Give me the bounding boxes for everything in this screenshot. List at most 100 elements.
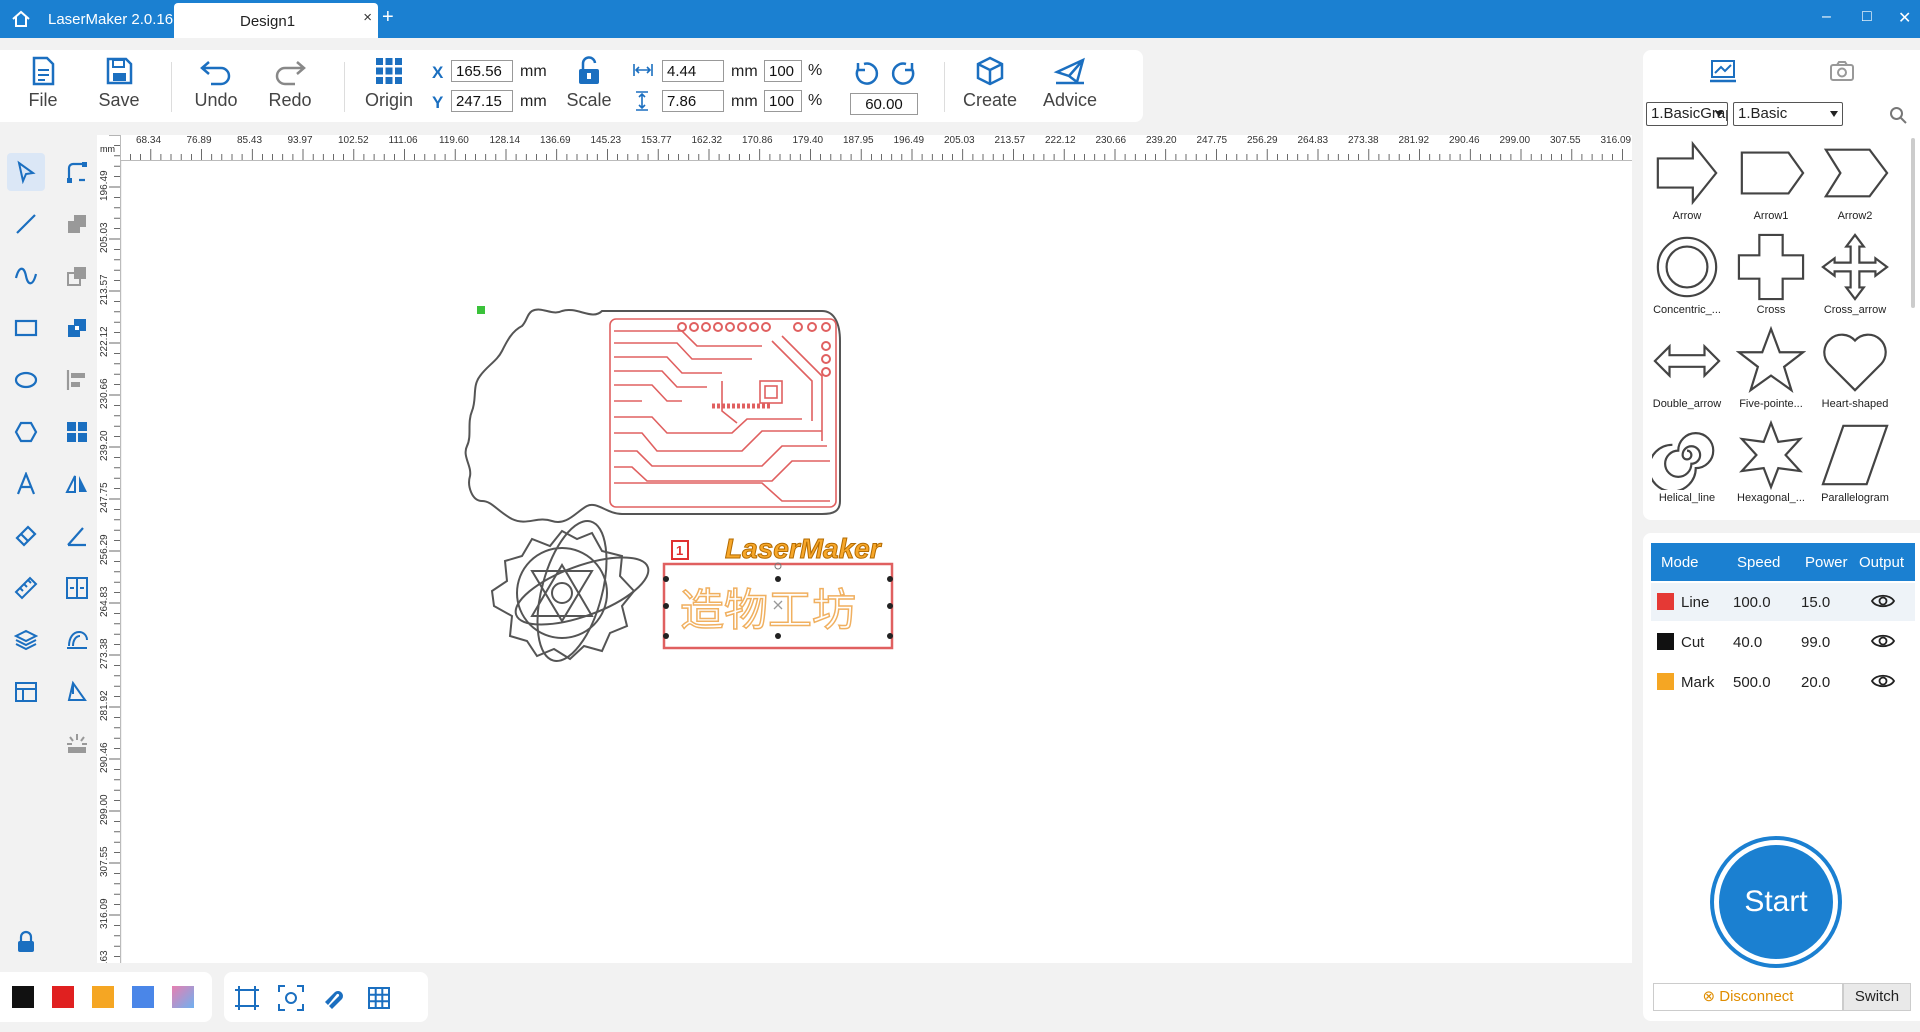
select-tool[interactable]	[7, 153, 45, 191]
node-edit-tool[interactable]	[58, 153, 96, 191]
left-ruler[interactable]: 196.49 205.03 213.57 222.12 230.66 239.20 247.…	[97, 135, 121, 963]
shape-item[interactable]: Arrow2	[1813, 138, 1897, 232]
shape-item[interactable]: Heart-shaped	[1813, 326, 1897, 420]
save-button[interactable]: Save	[84, 56, 154, 118]
rectangle-tool[interactable]	[7, 309, 45, 347]
graphics-tab-icon[interactable]	[1707, 58, 1739, 84]
top-ruler[interactable]: 68.34 76.89 85.43 93.97 102.52 111.06 119.60 12…	[100, 135, 1632, 161]
gear-atom-logo[interactable]	[490, 514, 656, 669]
intersect-tool[interactable]	[58, 309, 96, 347]
redo-button[interactable]: Redo	[255, 56, 325, 118]
shape-item[interactable]: Arrow1	[1729, 138, 1813, 232]
layer-row[interactable]: Mark 500.0 20.0	[1651, 663, 1915, 701]
design-canvas[interactable]: 造物工坊 1 LaserMaker	[122, 161, 1632, 963]
disconnect-button[interactable]: ⊗ Disconnect	[1653, 983, 1843, 1011]
shape-item[interactable]: Parallelogram	[1813, 420, 1897, 514]
rotate-ccw-icon[interactable]	[852, 60, 880, 88]
align-tool[interactable]	[58, 361, 96, 399]
zoom-selection-icon[interactable]	[278, 985, 304, 1011]
eye-icon[interactable]	[1871, 673, 1895, 689]
create-button[interactable]: Create	[955, 56, 1025, 118]
tab-close-icon[interactable]: ×	[363, 9, 372, 26]
width-percent-input[interactable]	[764, 60, 802, 82]
undo-button[interactable]: Undo	[181, 56, 251, 118]
layer-row[interactable]: Cut 40.0 99.0	[1651, 623, 1915, 661]
width-input[interactable]	[662, 60, 724, 82]
distribute-tool[interactable]	[58, 569, 96, 607]
chinese-text[interactable]: 造物工坊	[679, 584, 857, 637]
tab-design1[interactable]: Design1 ×	[174, 3, 378, 38]
line-tool[interactable]	[7, 205, 45, 243]
subtract-tool[interactable]	[58, 257, 96, 295]
shape-item[interactable]: Arrow	[1645, 138, 1729, 232]
lock-tool[interactable]	[7, 923, 45, 961]
mirror-tool[interactable]	[58, 465, 96, 503]
ruler-tool[interactable]	[7, 569, 45, 607]
combine-tool[interactable]	[58, 205, 96, 243]
layer-speed[interactable]: 40.0	[1733, 634, 1762, 651]
array-tool[interactable]	[58, 413, 96, 451]
layer-color-swatch[interactable]	[1657, 633, 1674, 650]
offset-tool[interactable]	[58, 621, 96, 659]
layer-power[interactable]: 20.0	[1801, 674, 1830, 691]
text-tool[interactable]	[7, 465, 45, 503]
library-scrollbar[interactable]	[1911, 138, 1915, 308]
shape-item[interactable]: Helical_line	[1645, 420, 1729, 514]
rotate-cw-icon[interactable]	[890, 60, 918, 88]
shape-item[interactable]: Hexagonal_...	[1729, 420, 1813, 514]
pen-draw-tool[interactable]	[58, 673, 96, 711]
swatch-black[interactable]	[12, 986, 34, 1008]
minimize-button[interactable]: –	[1822, 8, 1831, 26]
eraser-tool[interactable]	[7, 517, 45, 555]
polygon-tool[interactable]	[7, 413, 45, 451]
subcategory-select[interactable]: 1.Basic	[1733, 102, 1843, 126]
start-button[interactable]: Start	[1714, 840, 1838, 964]
home-icon[interactable]	[10, 9, 32, 29]
shape-item[interactable]: Cross	[1729, 232, 1813, 326]
magnet-snap-icon[interactable]	[322, 985, 348, 1011]
ellipse-tool[interactable]	[7, 361, 45, 399]
swatch-gradient[interactable]	[172, 986, 194, 1008]
shape-item[interactable]: Double_arrow	[1645, 326, 1729, 420]
swatch-orange[interactable]	[92, 986, 114, 1008]
brand-text[interactable]: LaserMaker	[725, 533, 884, 565]
new-tab-button[interactable]: +	[382, 6, 394, 29]
switch-button[interactable]: Switch	[1843, 983, 1911, 1011]
layer-speed[interactable]: 100.0	[1733, 594, 1771, 611]
search-icon[interactable]	[1889, 106, 1907, 124]
scale-lock-button[interactable]: Scale	[554, 56, 624, 118]
layer-mode[interactable]: Cut	[1681, 634, 1704, 651]
shape-item[interactable]: Cross_arrow	[1813, 232, 1897, 326]
advice-button[interactable]: Advice	[1035, 56, 1105, 118]
layers-tool[interactable]	[7, 621, 45, 659]
circuit-board-outline[interactable]	[464, 308, 841, 523]
layer-mode[interactable]: Mark	[1681, 674, 1714, 691]
origin-button[interactable]: Origin	[354, 56, 424, 118]
rotation-input[interactable]	[850, 93, 918, 115]
layer-color-swatch[interactable]	[1657, 673, 1674, 690]
camera-tab-icon[interactable]	[1829, 60, 1855, 82]
close-window-button[interactable]: ✕	[1898, 8, 1911, 28]
curve-tool[interactable]	[7, 257, 45, 295]
category-select[interactable]: 1.BasicGraphics	[1646, 102, 1728, 126]
maximize-button[interactable]: □	[1862, 8, 1872, 26]
laser-effect-tool[interactable]	[58, 725, 96, 763]
grid-toggle-icon[interactable]	[366, 985, 392, 1011]
layer-power[interactable]: 15.0	[1801, 594, 1830, 611]
file-button[interactable]: File	[8, 56, 78, 118]
shape-item[interactable]: Five-pointe...	[1729, 326, 1813, 420]
height-percent-input[interactable]	[764, 90, 802, 112]
layer-row[interactable]: Line 100.0 15.0	[1651, 583, 1915, 621]
swatch-red[interactable]	[52, 986, 74, 1008]
layer-color-swatch[interactable]	[1657, 593, 1674, 610]
y-position-input[interactable]	[451, 90, 513, 112]
layer-power[interactable]: 99.0	[1801, 634, 1830, 651]
layer-mode[interactable]: Line	[1681, 594, 1709, 611]
x-position-input[interactable]	[451, 60, 513, 82]
eye-icon[interactable]	[1871, 633, 1895, 649]
layout-tool[interactable]	[7, 673, 45, 711]
shape-item[interactable]: Concentric_...	[1645, 232, 1729, 326]
measure-angle-tool[interactable]	[58, 517, 96, 555]
eye-icon[interactable]	[1871, 593, 1895, 609]
layer-speed[interactable]: 500.0	[1733, 674, 1771, 691]
